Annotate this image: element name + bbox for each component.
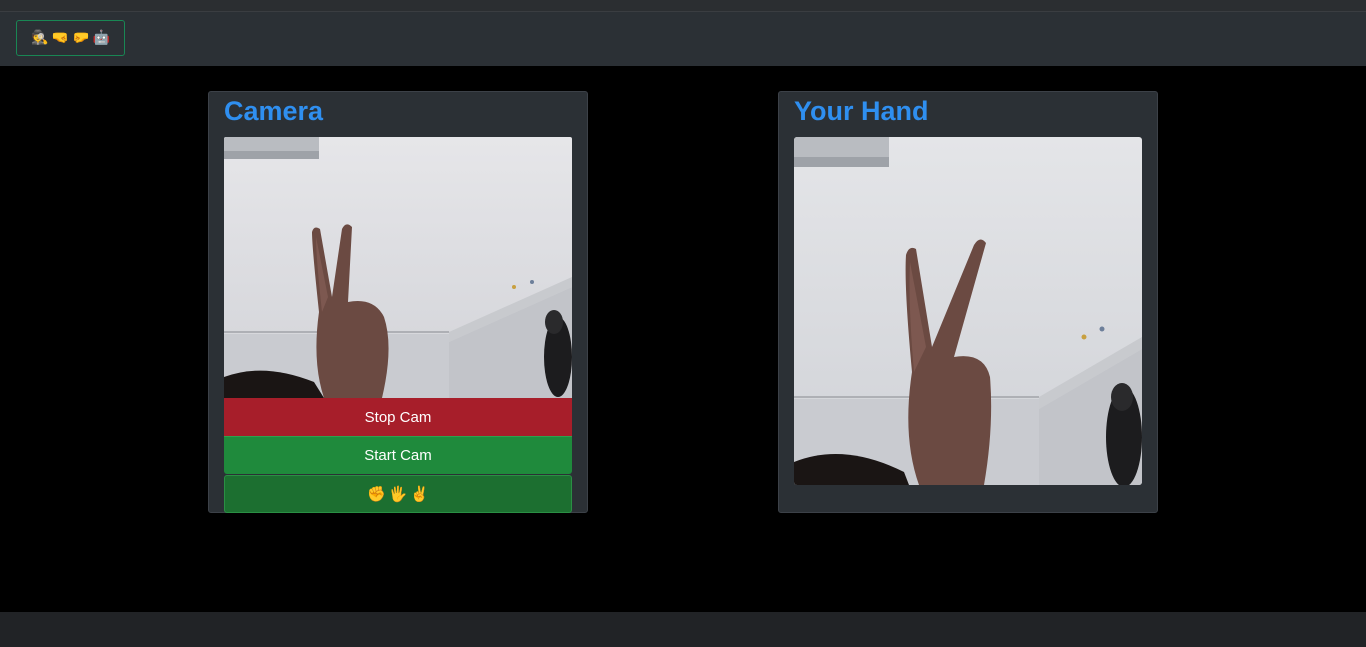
browser-top-strip xyxy=(0,0,1366,12)
camera-title: Camera xyxy=(224,96,324,126)
fist-icon: ✊ xyxy=(366,486,386,503)
open-hand-icon: 🖐 xyxy=(388,486,408,503)
camera-frame-image xyxy=(224,137,572,398)
gesture-detect-button[interactable]: ✊ 🖐 ✌ xyxy=(224,475,572,513)
camera-card: Camera Stop Cam Start Cam ✊ 🖐 ✌ xyxy=(208,91,588,513)
brand-button[interactable]: 🕵 🤜 🤛 🤖 xyxy=(16,20,125,56)
your-hand-card: Your Hand xyxy=(778,91,1158,513)
robot-icon: 🤖 xyxy=(92,30,110,46)
captured-hand-image xyxy=(794,137,1142,485)
left-fist-icon: 🤛 xyxy=(72,30,90,46)
navbar: 🕵 🤜 🤛 🤖 xyxy=(0,12,1366,66)
start-cam-button[interactable]: Start Cam xyxy=(224,436,572,474)
hand-snapshot xyxy=(794,137,1142,485)
right-fist-icon: 🤜 xyxy=(51,30,69,46)
stop-cam-button[interactable]: Stop Cam xyxy=(224,398,572,436)
camera-video-feed xyxy=(224,137,572,398)
bottom-bar xyxy=(0,612,1366,647)
your-hand-title: Your Hand xyxy=(794,96,929,126)
spy-icon: 🕵 xyxy=(31,30,49,46)
victory-hand-icon: ✌ xyxy=(410,486,430,503)
